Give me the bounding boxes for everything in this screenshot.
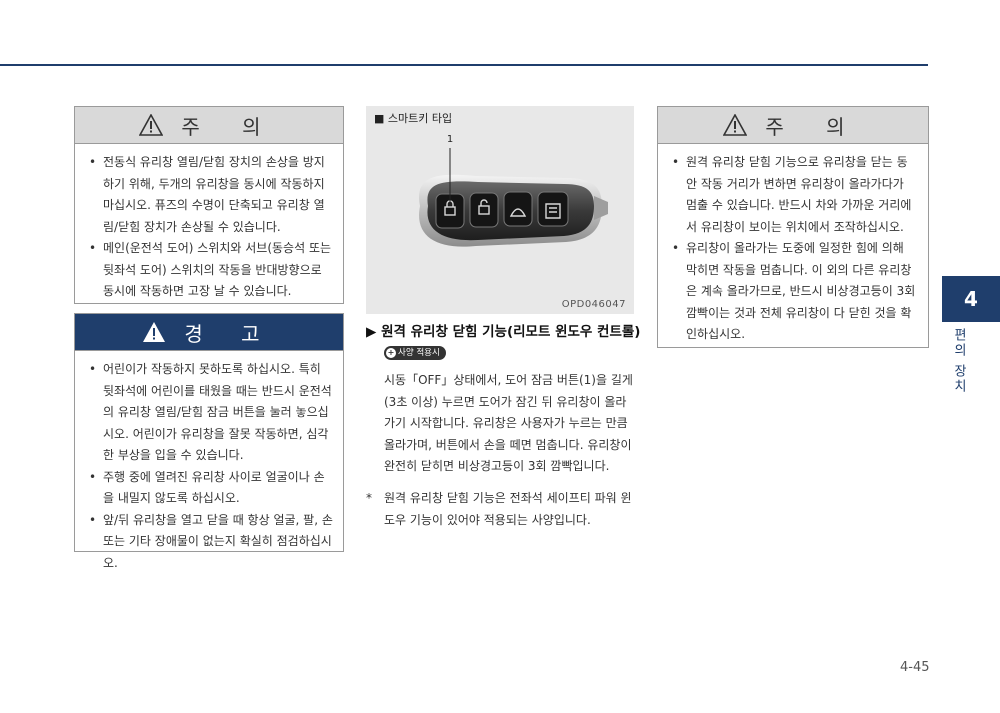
top-rule: [0, 64, 928, 66]
section-title: ▶ 원격 유리창 닫힘 기능(리모트 윈도우 컨트롤): [366, 324, 641, 340]
option-badge-label: 사양 적용시: [398, 348, 440, 358]
smart-key-figure: ■ 스마트키 타입 1 OPD046047: [366, 106, 634, 314]
warning-header: 경 고: [75, 314, 343, 351]
chapter-label: 편의 장치: [951, 328, 966, 395]
section-note: * 원격 유리창 닫힘 기능은 전좌석 세이프티 파워 윈도우 기능이 있어야 …: [366, 488, 634, 531]
caution-triangle-icon: [139, 114, 164, 136]
caution-item: 유리창이 올라가는 도중에 일정한 힘에 의해 막히면 작동을 멈춥니다. 이 …: [672, 238, 918, 346]
caution-triangle-icon: [723, 114, 748, 136]
option-badge: + 사양 적용시: [384, 346, 446, 360]
caution-item: 전동식 유리창 열림/닫힘 장치의 손상을 방지하기 위해, 두개의 유리창을 …: [89, 152, 333, 238]
warning-triangle-icon: [143, 322, 166, 342]
option-badge-icon: +: [386, 348, 396, 358]
caution-list: 전동식 유리창 열림/닫힘 장치의 손상을 방지하기 위해, 두개의 유리창을 …: [75, 144, 343, 311]
caution-box-left: 주 의 전동식 유리창 열림/닫힘 장치의 손상을 방지하기 위해, 두개의 유…: [74, 106, 344, 304]
smart-key-illustration: 1: [419, 134, 608, 247]
caution-header: 주 의: [75, 107, 343, 144]
section-body: 시동「OFF」상태에서, 도어 잠금 버튼(1)을 길게 (3초 이상) 누르면…: [384, 373, 633, 473]
caution-item: 원격 유리창 닫힘 기능으로 유리창을 닫는 동안 작동 거리가 변하면 유리창…: [672, 152, 918, 238]
caution-box-right: 주 의 원격 유리창 닫힘 기능으로 유리창을 닫는 동안 작동 거리가 변하면…: [657, 106, 929, 348]
warning-title: 경 고: [184, 321, 276, 346]
caution-list: 원격 유리창 닫힘 기능으로 유리창을 닫는 동안 작동 거리가 변하면 유리창…: [658, 144, 928, 354]
warning-box: 경 고 어린이가 작동하지 못하도록 하십시오. 특히 뒷좌석에 어린이를 태웠…: [74, 313, 344, 570]
warning-item: 앞/뒤 유리창을 열고 닫을 때 항상 얼굴, 팔, 손 또는 기타 장애물이 …: [89, 510, 333, 575]
page-number: 4-45: [900, 660, 930, 675]
caution-title: 주 의: [765, 114, 863, 139]
caution-item: 메인(운전석 도어) 스위치와 서브(동승석 또는 뒷좌석 도어) 스위치의 작…: [89, 238, 333, 303]
warning-list: 어린이가 작동하지 못하도록 하십시오. 특히 뒷좌석에 어린이를 태웠을 때는…: [75, 351, 343, 582]
warning-item: 어린이가 작동하지 못하도록 하십시오. 특히 뒷좌석에 어린이를 태웠을 때는…: [89, 359, 333, 467]
caution-header: 주 의: [658, 107, 928, 144]
note-asterisk: *: [366, 491, 372, 505]
warning-item: 주행 중에 열려진 유리창 사이로 얼굴이나 손을 내밀지 않도록 하십시오.: [89, 467, 333, 510]
caution-title: 주 의: [181, 114, 279, 139]
figure-code: OPD046047: [561, 299, 626, 310]
callout-number: 1: [447, 134, 453, 145]
note-text: 원격 유리창 닫힘 기능은 전좌석 세이프티 파워 윈도우 기능이 있어야 적용…: [384, 491, 632, 527]
chapter-tab[interactable]: 4: [942, 276, 1000, 322]
